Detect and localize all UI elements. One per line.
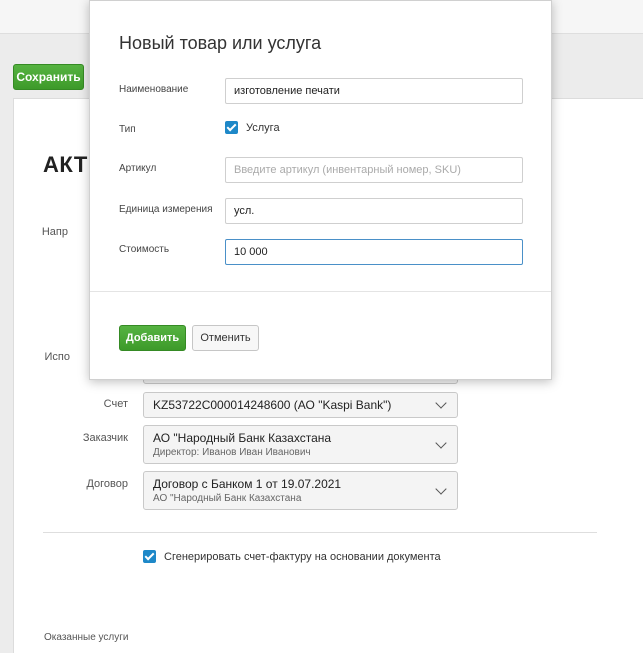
direction-label: Напр: [41, 226, 68, 238]
customer-label: Заказчик: [82, 432, 128, 444]
customer-select[interactable]: АО "Народный Банк Казахстана Директор: И…: [143, 425, 458, 464]
customer-select-sub: Директор: Иванов Иван Иванович: [153, 447, 311, 458]
sku-input[interactable]: [225, 157, 523, 183]
type-label: Тип: [119, 124, 136, 135]
unit-label: Единица измерения: [119, 204, 213, 215]
name-input[interactable]: [225, 78, 523, 104]
account-label: Счет: [103, 398, 128, 410]
price-input[interactable]: [225, 239, 523, 265]
chevron-down-icon: [435, 482, 447, 495]
contract-label: Договор: [86, 478, 128, 490]
dialog-title: Новый товар или услуга: [119, 33, 322, 53]
type-service-label: Услуга: [246, 121, 280, 134]
services-section-label: Оказанные услуги: [44, 632, 129, 643]
contract-select-value: Договор с Банком 1 от 19.07.2021: [153, 477, 342, 491]
document-title: АКТ: [43, 152, 88, 177]
save-button[interactable]: Сохранить: [13, 64, 84, 90]
cancel-button[interactable]: Отменить: [192, 325, 259, 351]
price-label: Стоимость: [119, 244, 170, 255]
dialog-divider: [90, 291, 551, 292]
type-service-checkbox[interactable]: Услуга: [225, 121, 280, 134]
checkbox-checked-icon[interactable]: [143, 550, 156, 563]
generate-invoice-checkbox[interactable]: Сгенерировать счет-фактуру на основании …: [143, 550, 441, 563]
customer-select-value: АО "Народный Банк Казахстана: [153, 431, 332, 445]
account-select[interactable]: KZ53722C000014248600 (АО "Kaspi Bank"): [143, 392, 458, 418]
chevron-down-icon: [435, 397, 447, 409]
sku-label: Артикул: [119, 163, 157, 174]
chevron-down-icon: [435, 436, 447, 449]
divider: [43, 532, 597, 533]
new-item-dialog: Новый товар или услуга Наименование Тип …: [89, 0, 552, 380]
checkbox-checked-icon[interactable]: [225, 121, 238, 134]
add-button[interactable]: Добавить: [119, 325, 186, 351]
screen: Сохранить АКТ Напр Испо Счет KZ53722C000…: [0, 0, 643, 653]
account-select-value: KZ53722C000014248600 (АО "Kaspi Bank"): [153, 398, 392, 412]
executor-label: Испо: [44, 351, 70, 363]
generate-invoice-label: Сгенерировать счет-фактуру на основании …: [164, 550, 441, 563]
contract-select[interactable]: Договор с Банком 1 от 19.07.2021 АО "Нар…: [143, 471, 458, 510]
contract-select-sub: АО "Народный Банк Казахстана: [153, 493, 302, 504]
unit-input[interactable]: [225, 198, 523, 224]
name-label: Наименование: [119, 84, 189, 95]
